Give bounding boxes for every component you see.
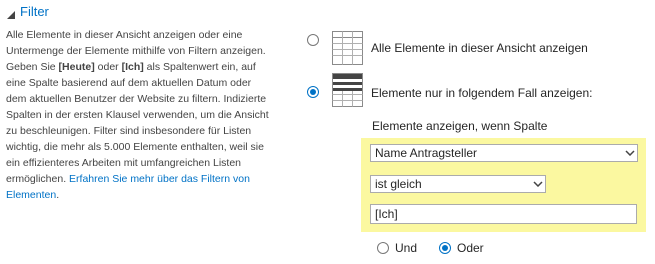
description-text-3: als Spaltenwert ein, auf eine Spalte bas…: [6, 61, 269, 185]
column-select-value: Name Antragsteller: [375, 146, 478, 160]
condition-label: Elemente anzeigen, wenn Spalte: [372, 119, 548, 133]
keyword-today: [Heute]: [58, 61, 95, 73]
and-radio[interactable]: [377, 242, 389, 254]
chevron-down-icon[interactable]: [531, 177, 545, 191]
or-radio[interactable]: [439, 242, 451, 254]
show-all-radio[interactable]: [307, 34, 319, 46]
show-filtered-radio[interactable]: [307, 86, 319, 98]
chevron-down-icon[interactable]: [623, 146, 637, 160]
keyword-me: [Ich]: [121, 61, 144, 73]
filter-value-input[interactable]: [370, 204, 637, 224]
and-label[interactable]: Und: [395, 241, 417, 255]
logic-or-option[interactable]: Oder: [439, 241, 484, 255]
operator-select[interactable]: ist gleich: [370, 175, 546, 193]
description-text-2: oder: [94, 61, 122, 73]
operator-select-value: ist gleich: [375, 177, 422, 191]
filter-panel: Filter Alle Elemente in dieser Ansicht a…: [0, 0, 655, 264]
section-title: Filter: [20, 4, 49, 19]
filtered-grid-icon: [332, 73, 363, 112]
filter-section-header[interactable]: Filter: [6, 4, 49, 19]
or-label[interactable]: Oder: [457, 241, 484, 255]
show-all-label[interactable]: Alle Elemente in dieser Ansicht anzeigen: [371, 41, 588, 55]
collapse-triangle-icon[interactable]: [6, 7, 16, 19]
filter-description: Alle Elemente in dieser Ansicht anzeigen…: [6, 27, 274, 203]
show-filtered-label[interactable]: Elemente nur in folgendem Fall anzeigen:: [371, 86, 592, 100]
grid-icon: [332, 31, 363, 70]
logic-and-option[interactable]: Und: [377, 241, 417, 255]
option-show-all[interactable]: [307, 34, 319, 46]
description-text-4: .: [56, 189, 60, 201]
option-show-filtered[interactable]: [307, 86, 319, 98]
column-select[interactable]: Name Antragsteller: [370, 144, 638, 162]
